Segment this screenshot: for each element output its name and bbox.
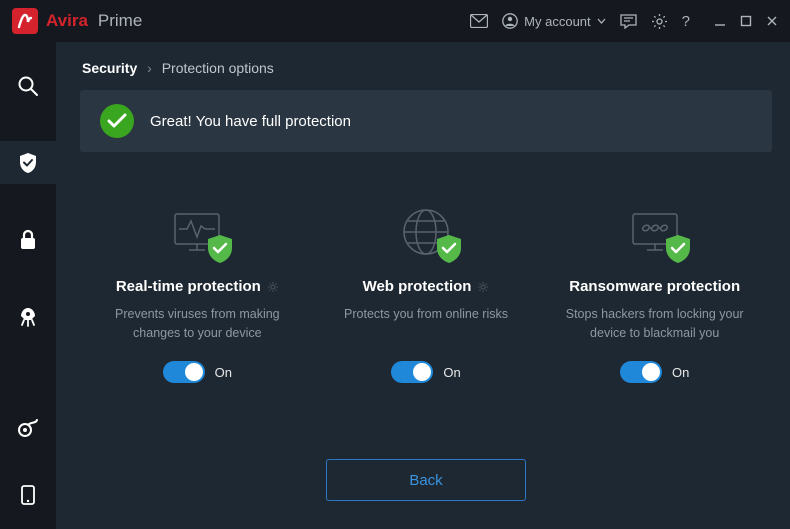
- card-web-title: Web protection: [363, 278, 490, 295]
- toggle-web[interactable]: [391, 361, 433, 383]
- search-icon: [17, 75, 39, 97]
- sidebar-search[interactable]: [0, 64, 56, 107]
- chevron-right-icon: ›: [147, 60, 152, 76]
- card-ransomware: Ransomware protection Stops hackers from…: [545, 204, 764, 383]
- help-icon[interactable]: ?: [682, 13, 690, 30]
- lock-icon: [19, 229, 37, 251]
- chevron-down-icon: [597, 18, 606, 24]
- toggle-realtime[interactable]: [163, 361, 205, 383]
- close-icon[interactable]: [766, 15, 778, 27]
- account-menu[interactable]: My account: [502, 13, 605, 29]
- shield-check-icon: [435, 234, 463, 264]
- vpn-icon: [17, 418, 39, 438]
- card-realtime-title: Real-time protection: [116, 278, 279, 295]
- toggle-ransomware[interactable]: [620, 361, 662, 383]
- back-button[interactable]: Back: [326, 459, 526, 501]
- sidebar-performance[interactable]: [0, 296, 56, 339]
- status-panel: Great! You have full protection: [80, 90, 772, 152]
- minimize-icon[interactable]: [714, 15, 726, 27]
- titlebar-actions: My account ?: [470, 13, 778, 30]
- brand: Avira Prime: [12, 8, 142, 34]
- protection-cards: Real-time protection Prevents viruses fr…: [80, 204, 772, 383]
- titlebar: Avira Prime My account ?: [0, 0, 790, 42]
- toggle-web-label: On: [443, 365, 460, 380]
- account-label: My account: [524, 14, 590, 29]
- mail-icon[interactable]: [470, 14, 488, 28]
- gear-icon[interactable]: [267, 281, 279, 293]
- feedback-icon[interactable]: [620, 14, 637, 29]
- breadcrumb-section[interactable]: Security: [82, 60, 137, 76]
- main-content: Security › Protection options Great! You…: [56, 42, 790, 529]
- status-message: Great! You have full protection: [150, 113, 351, 130]
- shield-icon: [18, 152, 38, 174]
- gear-icon[interactable]: [651, 13, 668, 30]
- sidebar: [0, 42, 56, 529]
- sidebar-mobile[interactable]: [0, 474, 56, 517]
- card-realtime: Real-time protection Prevents viruses fr…: [88, 204, 307, 383]
- card-ransomware-title: Ransomware protection: [569, 278, 740, 295]
- maximize-icon[interactable]: [740, 15, 752, 27]
- toggle-realtime-label: On: [215, 365, 232, 380]
- brand-name: Avira: [46, 11, 88, 31]
- toggle-ransomware-label: On: [672, 365, 689, 380]
- gear-icon[interactable]: [477, 281, 489, 293]
- web-icon: [391, 204, 461, 260]
- card-web: Web protection Protects you from online …: [317, 204, 536, 383]
- ransomware-icon: [620, 204, 690, 260]
- card-ransomware-desc: Stops hackers from locking your device t…: [550, 305, 760, 343]
- sidebar-privacy[interactable]: [0, 218, 56, 261]
- brand-edition: Prime: [98, 11, 142, 31]
- shield-check-icon: [664, 234, 692, 264]
- rocket-icon: [17, 306, 39, 328]
- phone-icon: [21, 485, 35, 505]
- card-web-desc: Protects you from online risks: [344, 305, 508, 343]
- breadcrumb: Security › Protection options: [80, 60, 772, 76]
- breadcrumb-page: Protection options: [162, 60, 274, 76]
- sidebar-security[interactable]: [0, 141, 56, 184]
- realtime-icon: [162, 204, 232, 260]
- status-check-icon: [100, 104, 134, 138]
- card-realtime-desc: Prevents viruses from making changes to …: [92, 305, 302, 343]
- shield-check-icon: [206, 234, 234, 264]
- logo-icon: [12, 8, 38, 34]
- person-icon: [502, 13, 518, 29]
- sidebar-vpn[interactable]: [0, 407, 56, 450]
